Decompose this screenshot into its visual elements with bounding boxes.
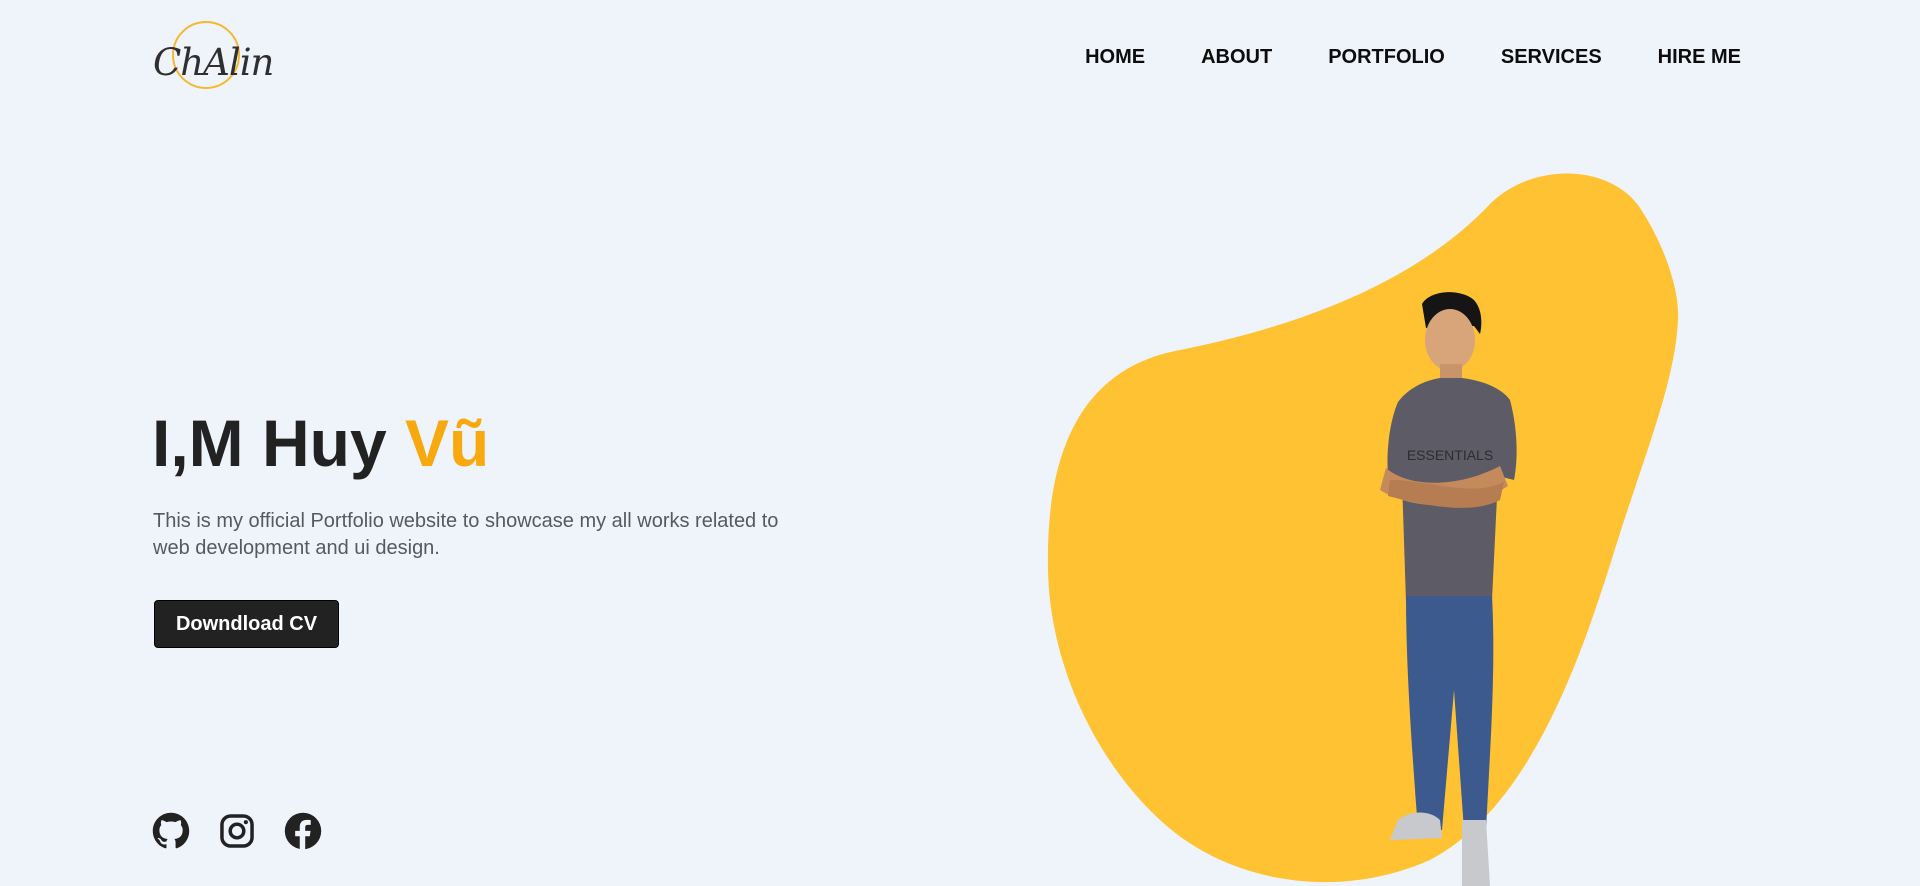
facebook-icon[interactable] xyxy=(284,812,322,850)
nav-hire-me[interactable]: HIRE ME xyxy=(1658,47,1741,67)
nav-about[interactable]: ABOUT xyxy=(1201,47,1272,67)
logo[interactable]: ChAlin xyxy=(153,20,283,98)
github-icon[interactable] xyxy=(152,812,190,850)
main-nav: HOME ABOUT PORTFOLIO SERVICES HIRE ME xyxy=(1085,47,1741,67)
instagram-icon[interactable] xyxy=(218,812,256,850)
nav-home[interactable]: HOME xyxy=(1085,47,1145,67)
hero-description: This is my official Portfolio website to… xyxy=(153,510,779,559)
nav-services[interactable]: SERVICES xyxy=(1501,47,1602,67)
hero-title-main: I,M Huy xyxy=(152,406,406,480)
shirt-text: ESSENTIALS xyxy=(1407,447,1493,463)
logo-text: ChAlin xyxy=(153,41,274,84)
person-image: ESSENTIALS xyxy=(1380,292,1517,886)
download-cv-button[interactable]: Downdload CV xyxy=(154,600,339,648)
hero-title: I,M Huy Vũ xyxy=(152,410,489,476)
hero-title-accent: Vũ xyxy=(405,406,490,480)
nav-portfolio[interactable]: PORTFOLIO xyxy=(1328,47,1445,67)
social-links xyxy=(152,812,322,850)
